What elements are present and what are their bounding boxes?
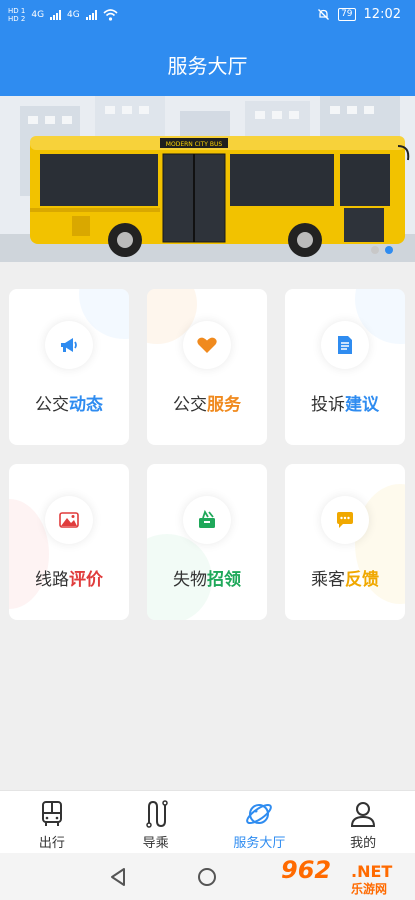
back-icon[interactable] <box>109 867 127 887</box>
tab-service-hall[interactable]: 服务大厅 <box>208 791 312 853</box>
service-label-highlight: 服务 <box>207 395 241 415</box>
service-label-prefix: 公交 <box>35 395 69 415</box>
service-card-lost-found[interactable]: 失物招领 <box>147 464 267 620</box>
network1-label: 4G <box>31 10 45 20</box>
megaphone-icon <box>45 321 93 369</box>
card-decoration <box>9 499 49 609</box>
document-icon <box>321 321 369 369</box>
tab-mine[interactable]: 我的 <box>311 791 415 853</box>
system-navigation-bar: 962 .NET 乐游网 <box>0 853 415 900</box>
tab-label: 服务大厅 <box>233 836 286 851</box>
planet-icon <box>246 803 273 825</box>
page-title: 服务大厅 <box>167 53 248 78</box>
chat-bubble-icon <box>321 496 369 544</box>
network2-label: 4G <box>67 10 80 20</box>
service-label-highlight: 评价 <box>69 570 103 590</box>
bus-icon <box>41 801 62 826</box>
bottom-tab-bar: 出行 导乘 服务大厅 我的 <box>0 790 415 853</box>
watermark-logo: 962 .NET 乐游网 <box>279 856 409 898</box>
status-left: HD 1 HD 2 4G 4G <box>8 7 118 23</box>
service-grid: 公交动态 公交服务 投诉建议 线路评价 失物招领 乘客反馈 <box>9 289 407 620</box>
watermark-domain: .NET <box>351 862 393 881</box>
service-card-route-rating[interactable]: 线路评价 <box>9 464 129 620</box>
tab-guide[interactable]: 导乘 <box>104 791 208 853</box>
tab-label: 我的 <box>350 836 377 851</box>
service-label-highlight: 动态 <box>69 395 103 415</box>
service-label-prefix: 线路 <box>35 570 69 590</box>
home-icon[interactable] <box>198 868 216 886</box>
route-icon <box>145 800 168 828</box>
tab-label: 导乘 <box>142 836 169 851</box>
carousel-dot-active[interactable] <box>385 246 393 254</box>
service-card-feedback[interactable]: 乘客反馈 <box>285 464 405 620</box>
wifi-icon <box>103 9 118 21</box>
battery-icon: 79 <box>338 8 356 21</box>
status-bar: HD 1 HD 2 4G 4G 79 12:02 <box>0 0 415 32</box>
mute-bell-icon <box>318 9 330 20</box>
title-bar: 服务大厅 <box>0 32 415 96</box>
service-card-bus-service[interactable]: 公交服务 <box>147 289 267 445</box>
service-label-prefix: 公交 <box>173 395 207 415</box>
watermark-subtitle: 乐游网 <box>351 882 388 896</box>
service-label-prefix: 乘客 <box>311 570 345 590</box>
service-label-highlight: 建议 <box>345 395 379 415</box>
service-label-highlight: 招领 <box>207 570 241 590</box>
lost-found-box-icon <box>183 496 231 544</box>
carousel-indicator[interactable] <box>371 246 393 254</box>
service-card-complaint[interactable]: 投诉建议 <box>285 289 405 445</box>
tab-travel[interactable]: 出行 <box>0 791 104 853</box>
status-right: 79 12:02 <box>317 7 401 22</box>
heart-icon <box>183 321 231 369</box>
user-icon <box>351 802 376 827</box>
hd1-label: HD 1 <box>8 7 26 15</box>
mountain-photo-icon <box>45 496 93 544</box>
clock: 12:02 <box>363 7 401 22</box>
bus-illustration: MODERN CITY BUS <box>0 96 415 262</box>
service-label-prefix: 失物 <box>173 570 207 590</box>
tab-label: 出行 <box>38 836 65 851</box>
service-card-bus-status[interactable]: 公交动态 <box>9 289 129 445</box>
watermark-brand: 962 <box>281 856 332 884</box>
signal-icon <box>85 10 97 20</box>
carousel-dot[interactable] <box>371 246 379 254</box>
service-label-prefix: 投诉 <box>311 395 345 415</box>
bus-sign-text: MODERN CITY BUS <box>166 141 223 148</box>
service-label-highlight: 反馈 <box>345 570 379 590</box>
hd2-label: HD 2 <box>8 15 26 23</box>
signal-icon <box>50 10 62 20</box>
banner-carousel[interactable]: MODERN CITY BUS <box>0 96 415 262</box>
